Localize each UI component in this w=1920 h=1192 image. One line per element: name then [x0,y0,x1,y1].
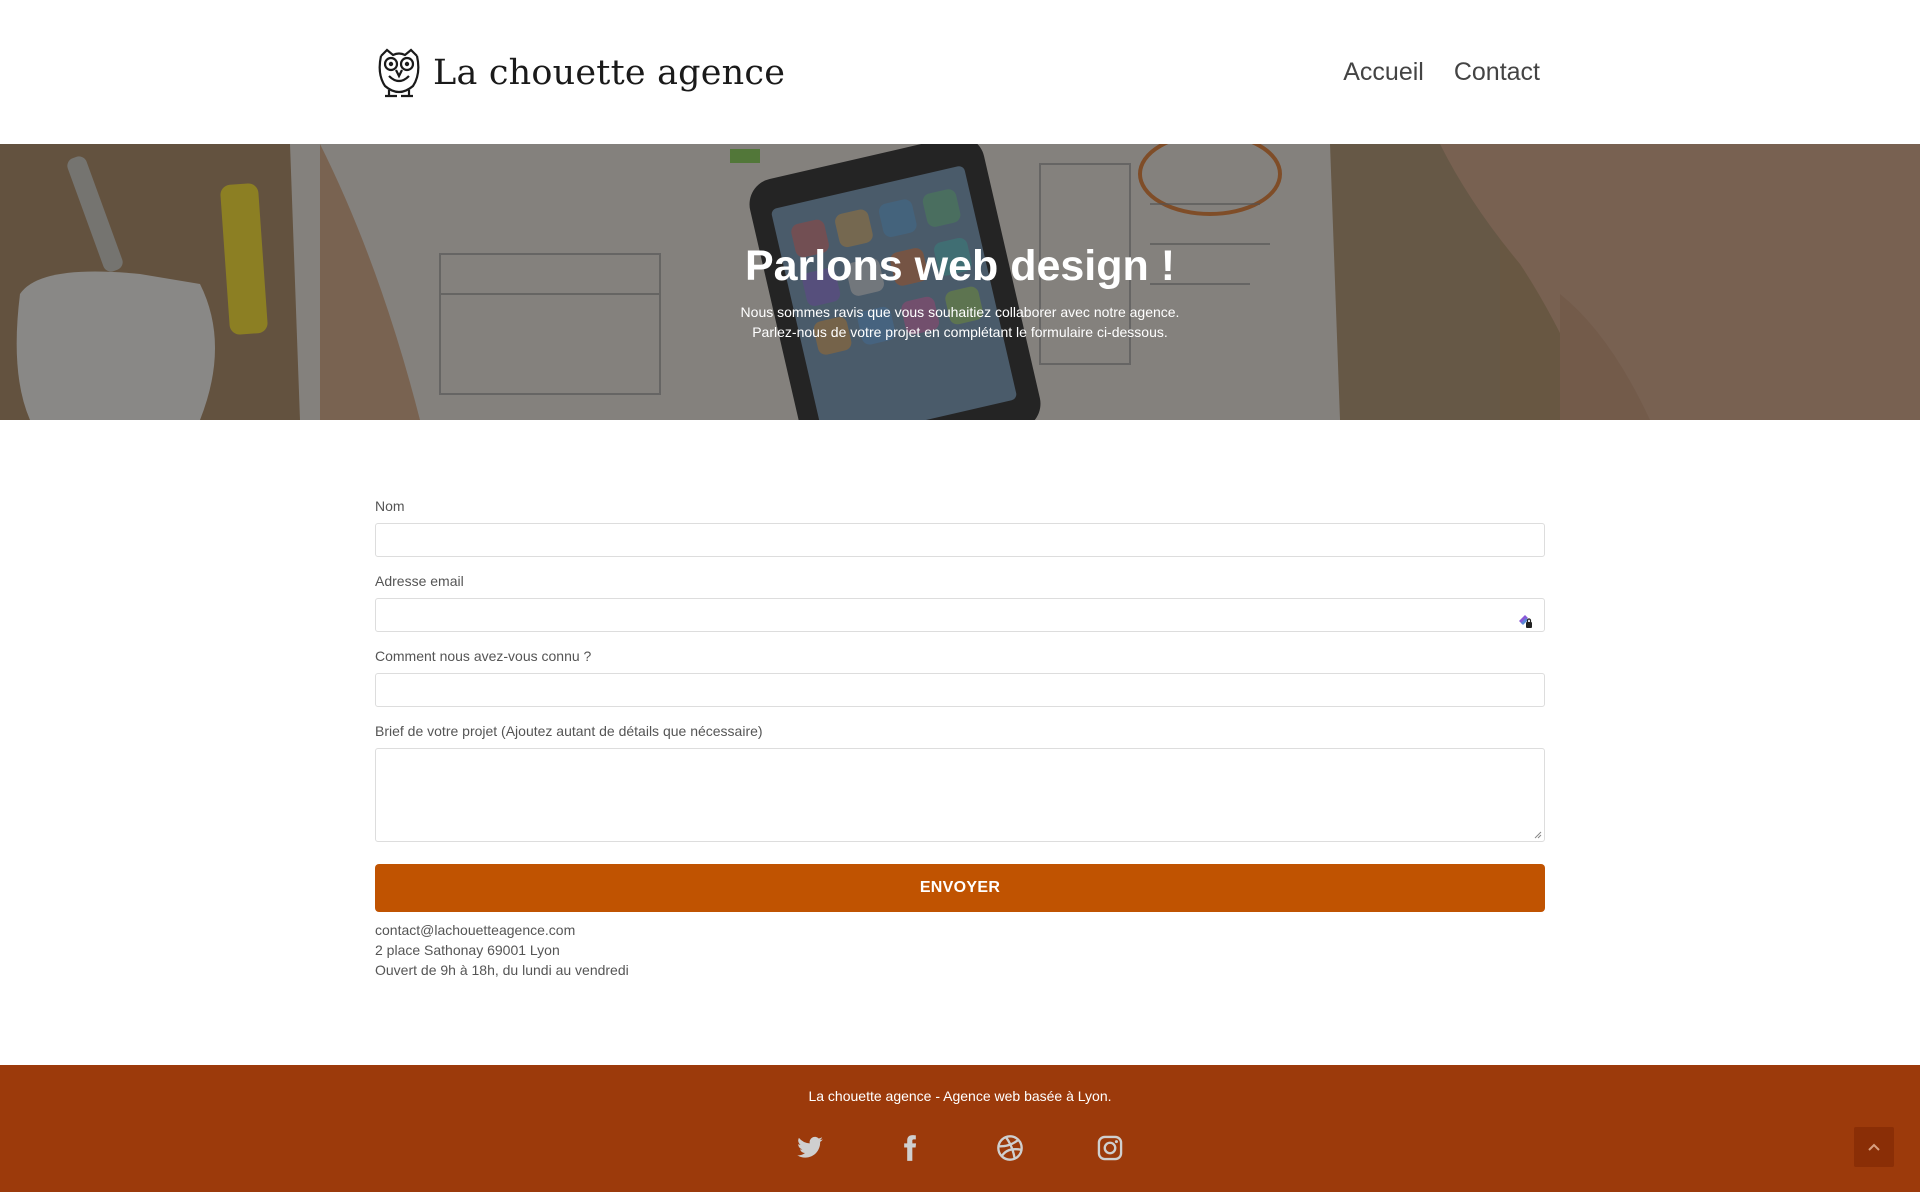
nav-link-contact[interactable]: Contact [1454,58,1540,87]
hero-banner: Parlons web design ! Nous sommes ravis q… [0,144,1920,420]
nav-link-accueil[interactable]: Accueil [1343,58,1424,87]
submit-button[interactable]: ENVOYER [375,864,1545,912]
instagram-icon[interactable] [1096,1134,1124,1162]
dribbble-icon[interactable] [996,1134,1024,1162]
contact-info: contact@lachouetteagence.com 2 place Sat… [375,920,1545,980]
contact-address: 2 place Sathonay 69001 Lyon [375,942,560,958]
contact-hours: Ouvert de 9h à 18h, du lundi au vendredi [375,962,629,978]
source-group: Comment nous avez-vous connu ? [375,648,1545,707]
contact-form: Nom Adresse email Comment nous avez-vous… [375,498,1545,980]
email-group: Adresse email [375,573,1545,632]
hero-title: Parlons web design ! [744,242,1176,290]
social-links [0,1134,1920,1162]
source-label: Comment nous avez-vous connu ? [375,648,592,664]
hero-subtitle-line-1: Nous sommes ravis que vous souhaitiez co… [740,304,1180,320]
footer-tagline: La chouette agence - Agence web basée à … [808,1088,1112,1104]
facebook-icon[interactable] [896,1134,924,1162]
name-input[interactable] [375,523,1545,557]
source-input[interactable] [375,673,1545,707]
brief-group: Brief de votre projet (Ajoutez autant de… [375,723,1545,842]
logo-link[interactable]: La chouette agence [375,46,785,100]
name-label: Nom [375,498,405,514]
hero-subtitle: Nous sommes ravis que vous souhaitiez co… [0,302,1920,342]
main-nav: Accueil Contact [1343,58,1540,87]
owl-icon [378,48,420,98]
twitter-icon[interactable] [796,1134,824,1162]
hero-subtitle-line-2: Parlez-nous de votre projet en complétan… [752,324,1168,340]
chevron-up-icon [1868,1143,1880,1151]
back-to-top-button[interactable] [1854,1127,1894,1167]
resize-grip-icon[interactable] [1534,831,1542,839]
email-label: Adresse email [375,573,464,589]
password-manager-icon[interactable] [1517,613,1533,629]
brief-label: Brief de votre projet (Ajoutez autant de… [375,723,763,739]
email-input[interactable] [375,598,1545,632]
contact-email: contact@lachouetteagence.com [375,922,576,938]
site-footer: La chouette agence - Agence web basée à … [0,1065,1920,1192]
site-header: La chouette agence Accueil Contact [0,0,1920,144]
brief-textarea[interactable] [375,748,1545,842]
brand-name: La chouette agence [433,53,786,93]
name-group: Nom [375,498,1545,557]
